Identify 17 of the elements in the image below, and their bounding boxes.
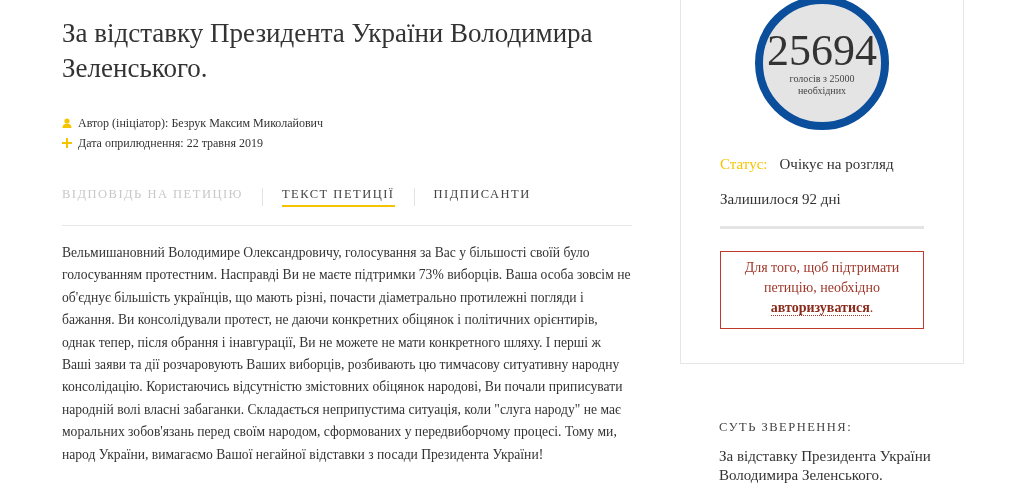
login-link[interactable]: авторизуватися — [770, 300, 870, 316]
vote-count: 25694 — [767, 29, 877, 73]
tab[interactable]: ТЕКСТ ПЕТИЦІЇ — [281, 187, 395, 207]
person-icon — [62, 118, 72, 128]
status-value: Очікує на розгляд — [779, 156, 894, 173]
status-label: Статус: — [720, 156, 768, 173]
auth-notice: Для того, щоб підтримати петицію, необхідно авторизуватися. — [720, 251, 924, 329]
meta-text: Дата оприлюднення: 22 травня 2019 — [78, 135, 263, 151]
meta-text: Автор (ініціатор): Безрук Максим Миколайович — [78, 115, 324, 131]
summary-text: За відставку Президента України Володимира Зеленського. — [719, 447, 932, 485]
tab[interactable]: ПІДПИСАНТИ — [433, 187, 531, 207]
plus-icon — [62, 138, 72, 148]
petition-title: За відставку Президента України Володимира Зеленського. — [62, 17, 594, 85]
days-remaining: Залишилося 92 дні — [720, 191, 842, 208]
vote-caption: голосів з 25000 необхідних — [788, 73, 856, 97]
petition-text: Вельмишановний Володимире Олександровичу, голосування за Вас у більшості своїй було голосуванням протестним. Насправді Ви не маєте підтримки 73% виборців. Ваша особа зовсім не об'єднує більшість українців, що мають різні, почасти діаметрально протилежні погляди і бажання. Ви консолідували протест, не даючи конкретних обіцянок і політичних орієнтирів, однак тепер, після обрання і інавгурації, Ви не можете не мати конкретного шляху. І перші ж Ваші заяви та дії розчаровують Ваших виборців, розбивають цю тимчасову ситуативну народну консолідацію. Користаючись відсутністю змістовних обіцянок народові, Ви почали приписувати народній волі власні забаганки. Складається неприпустима ситуація, коли "слуга народу" не має моральних зобов'язань перед своїм народом, сформованих у передвиборчому процесі. Тому ми, народ України, вимагаємо Вашої негайної відставки з посади Президента України! — [62, 244, 632, 464]
summary-heading: СУТЬ ЗВЕРНЕННЯ: — [719, 420, 854, 435]
